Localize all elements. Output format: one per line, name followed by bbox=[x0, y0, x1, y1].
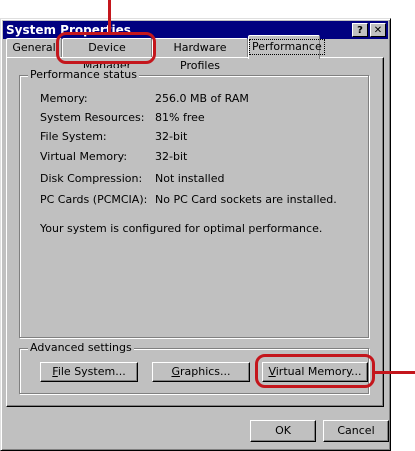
disk-compression-label: Disk Compression: bbox=[40, 172, 143, 185]
advanced-settings-legend: Advanced settings bbox=[28, 341, 134, 354]
graphics-button-label: raphics... bbox=[179, 365, 231, 378]
tab-device-manager[interactable]: Device Manager bbox=[62, 38, 152, 72]
annotation-pointer-right bbox=[375, 371, 415, 374]
pc-cards-value: No PC Card sockets are installed. bbox=[155, 193, 337, 206]
help-button[interactable]: ? bbox=[352, 23, 368, 37]
system-resources-label: System Resources: bbox=[40, 111, 145, 124]
virtual-memory-button[interactable]: Virtual Memory... bbox=[262, 362, 368, 382]
file-system-label: File System: bbox=[40, 130, 107, 143]
virtual-memory-button-label: irtual Memory... bbox=[275, 365, 362, 378]
tab-hardware-profiles[interactable]: Hardware Profiles bbox=[152, 38, 248, 72]
file-system-button[interactable]: File System... bbox=[40, 362, 138, 382]
performance-status-legend: Performance status bbox=[28, 68, 140, 81]
ok-button[interactable]: OK bbox=[250, 420, 316, 442]
disk-compression-value: Not installed bbox=[155, 172, 225, 185]
file-system-value: 32-bit bbox=[155, 130, 188, 143]
close-button[interactable]: ✕ bbox=[370, 23, 386, 37]
pc-cards-label: PC Cards (PCMCIA): bbox=[40, 193, 148, 206]
status-message: Your system is configured for optimal pe… bbox=[40, 222, 323, 235]
system-resources-value: 81% free bbox=[155, 111, 205, 124]
annotation-pointer-top bbox=[108, 0, 111, 34]
graphics-mnemonic: G bbox=[171, 365, 180, 378]
file-system-button-label: ile System... bbox=[57, 365, 126, 378]
tab-performance[interactable]: Performance bbox=[248, 35, 325, 59]
virtual-memory-value: 32-bit bbox=[155, 150, 188, 163]
memory-label: Memory: bbox=[40, 92, 88, 105]
memory-value: 256.0 MB of RAM bbox=[155, 92, 249, 105]
graphics-button[interactable]: Graphics... bbox=[152, 362, 250, 382]
virtual-memory-label: Virtual Memory: bbox=[40, 150, 128, 163]
cancel-button-label: Cancel bbox=[337, 424, 375, 437]
tab-general[interactable]: General bbox=[6, 38, 62, 58]
cancel-button[interactable]: Cancel bbox=[323, 420, 389, 442]
virtual-memory-mnemonic: V bbox=[268, 365, 276, 378]
title-bar[interactable]: System Properties ? ✕ bbox=[3, 21, 388, 39]
ok-button-label: OK bbox=[275, 424, 291, 437]
window-title: System Properties bbox=[6, 23, 131, 37]
